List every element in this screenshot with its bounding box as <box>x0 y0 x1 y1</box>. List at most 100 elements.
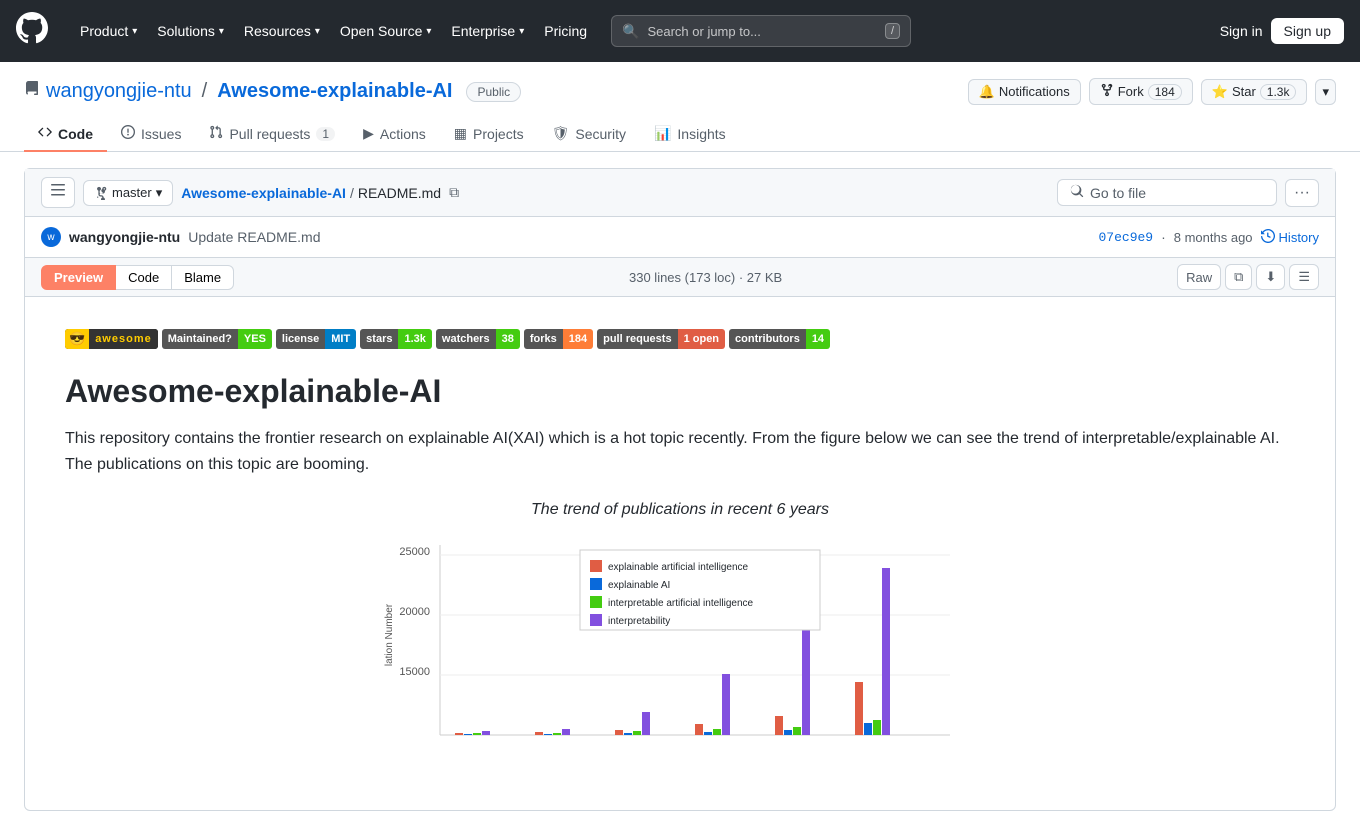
commit-time: 8 months ago <box>1174 230 1253 245</box>
download-button[interactable]: ⬇ <box>1256 264 1285 290</box>
nav-open-source[interactable]: Open Source ▾ <box>332 17 440 45</box>
license-badge: license MIT <box>276 329 356 349</box>
tab-pull-requests[interactable]: Pull requests 1 <box>195 117 349 152</box>
auth-buttons: Sign in Sign up <box>1220 18 1344 44</box>
star-icon: ⭐ <box>1212 84 1228 100</box>
readme-content: 😎 awesome Maintained? YES license MIT st… <box>25 297 1335 810</box>
repo-separator: / <box>202 80 208 103</box>
breadcrumb-separator: / <box>350 185 354 201</box>
svg-text:20000: 20000 <box>399 606 430 618</box>
notifications-button[interactable]: 🔔 Notifications <box>968 79 1081 105</box>
nav-enterprise[interactable]: Enterprise ▾ <box>443 17 532 45</box>
history-link[interactable]: History <box>1261 229 1319 246</box>
shield-icon: 🛡 <box>552 125 570 142</box>
intro-paragraph: This repository contains the frontier re… <box>65 426 1295 477</box>
nav-resources-label: Resources <box>244 23 311 39</box>
fork-count: 184 <box>1148 84 1182 100</box>
nav-pricing[interactable]: Pricing <box>536 17 595 45</box>
chevron-down-icon: ▾ <box>219 26 224 37</box>
chevron-down-icon: ▾ <box>426 26 431 37</box>
more-options-button[interactable]: ··· <box>1285 179 1319 207</box>
tab-issues[interactable]: Issues <box>107 117 195 152</box>
copy-raw-button[interactable]: ⧉ <box>1225 264 1252 290</box>
svg-text:explainable artificial intelli: explainable artificial intelligence <box>608 562 749 573</box>
branch-selector[interactable]: master ▾ <box>83 180 173 206</box>
github-logo[interactable] <box>16 12 48 51</box>
branch-name: master <box>112 185 152 200</box>
tab-pr-label: Pull requests <box>229 126 310 142</box>
code-toolbar: Preview Code Blame 330 lines (173 loc) ·… <box>25 258 1335 297</box>
expand-button[interactable]: ▾ <box>1315 79 1336 105</box>
fork-button[interactable]: Fork 184 <box>1089 78 1193 105</box>
search-icon: 🔍 <box>622 23 639 40</box>
signup-button[interactable]: Sign up <box>1271 18 1344 44</box>
search-bar[interactable]: 🔍 Search or jump to... / <box>611 15 911 47</box>
preview-tab[interactable]: Preview <box>41 265 116 290</box>
tab-security[interactable]: 🛡 Security <box>538 117 640 152</box>
code-actions: Raw ⧉ ⬇ ☰ <box>1177 264 1319 290</box>
star-count: 1.3k <box>1260 84 1297 100</box>
commit-hash[interactable]: 07ec9e9 <box>1098 230 1153 245</box>
main-nav: Product ▾ Solutions ▾ Resources ▾ Open S… <box>72 17 595 45</box>
repo-name[interactable]: Awesome-explainable-AI <box>217 80 452 103</box>
badges-row: 😎 awesome Maintained? YES license MIT st… <box>65 329 1295 349</box>
svg-text:15000: 15000 <box>399 666 430 678</box>
projects-icon: ▦ <box>454 125 467 142</box>
stars-badge: stars 1.3k <box>360 329 432 349</box>
actions-icon: ▶ <box>363 125 374 142</box>
fork-icon <box>1100 83 1114 100</box>
tab-insights[interactable]: 📊 Insights <box>640 117 740 152</box>
star-button[interactable]: ⭐ Star 1.3k <box>1201 79 1308 105</box>
code-tab-btn[interactable]: Code <box>116 265 172 290</box>
history-label: History <box>1279 230 1319 245</box>
view-tabs: Preview Code Blame <box>41 265 234 290</box>
tab-actions-label: Actions <box>380 126 426 142</box>
readme-title: Awesome-explainable-AI <box>65 373 1295 410</box>
commit-author[interactable]: wangyongjie-ntu <box>69 229 180 245</box>
breadcrumb-repo-link[interactable]: Awesome-explainable-AI <box>181 185 346 201</box>
nav-product[interactable]: Product ▾ <box>72 17 145 45</box>
nav-resources[interactable]: Resources ▾ <box>236 17 328 45</box>
tab-insights-label: Insights <box>677 126 725 142</box>
raw-button[interactable]: Raw <box>1177 264 1221 290</box>
contributors-badge: contributors 14 <box>729 329 830 349</box>
nav-product-label: Product <box>80 23 128 39</box>
tab-actions[interactable]: ▶ Actions <box>349 117 440 152</box>
nav-solutions-label: Solutions <box>157 23 215 39</box>
search-placeholder: Search or jump to... <box>647 24 877 39</box>
svg-text:25000: 25000 <box>399 546 430 558</box>
sidebar-toggle-button[interactable] <box>41 177 75 208</box>
fork-label: Fork <box>1118 84 1144 99</box>
commit-info-right: 07ec9e9 · 8 months ago History <box>1098 229 1319 246</box>
pr-badge: 1 <box>316 127 335 141</box>
copy-path-icon[interactable]: ⧉ <box>449 184 459 201</box>
chevron-down-icon: ▾ <box>156 185 163 201</box>
nav-pricing-label: Pricing <box>544 23 587 39</box>
blame-tab[interactable]: Blame <box>172 265 234 290</box>
star-label: Star <box>1232 84 1256 99</box>
repo-visibility-badge: Public <box>466 82 521 102</box>
repo-type-icon <box>24 81 40 102</box>
commit-dot: · <box>1161 229 1166 245</box>
outline-button[interactable]: ☰ <box>1289 264 1319 290</box>
tab-code-label: Code <box>58 126 93 142</box>
repo-header: wangyongjie-ntu / Awesome-explainable-AI… <box>0 62 1360 152</box>
tab-projects[interactable]: ▦ Projects <box>440 117 538 152</box>
nav-solutions[interactable]: Solutions ▾ <box>149 17 232 45</box>
prs-badge: pull requests 1 open <box>597 329 725 349</box>
tab-projects-label: Projects <box>473 126 524 142</box>
breadcrumb: Awesome-explainable-AI / README.md ⧉ <box>181 184 459 201</box>
forks-badge: forks 184 <box>524 329 593 349</box>
file-header-left: master ▾ Awesome-explainable-AI / README… <box>41 177 459 208</box>
repo-actions: 🔔 Notifications Fork 184 ⭐ Star 1.3k ▾ <box>968 78 1336 105</box>
repo-owner[interactable]: wangyongjie-ntu <box>46 80 192 103</box>
commit-row: w wangyongjie-ntu Update README.md 07ec9… <box>25 217 1335 258</box>
nav-enterprise-label: Enterprise <box>451 23 515 39</box>
breadcrumb-file: README.md <box>358 185 441 201</box>
signin-link[interactable]: Sign in <box>1220 23 1263 39</box>
tab-code[interactable]: Code <box>24 117 107 152</box>
go-to-file-button[interactable]: Go to file <box>1057 179 1277 206</box>
file-stats: 330 lines (173 loc) · 27 KB <box>629 270 782 285</box>
code-icon <box>38 125 52 142</box>
chevron-down-icon: ▾ <box>132 26 137 37</box>
